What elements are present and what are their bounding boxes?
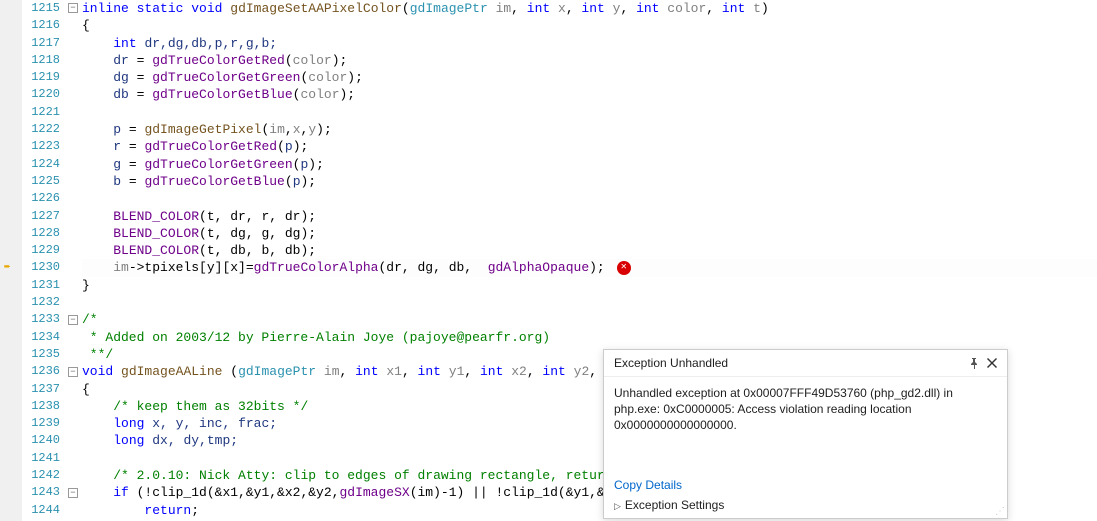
pin-icon[interactable] — [965, 354, 983, 372]
fold-toggle-icon[interactable]: − — [68, 3, 78, 13]
fold-toggle-icon[interactable]: − — [68, 488, 78, 498]
close-icon[interactable] — [983, 354, 1001, 372]
error-icon[interactable]: ✕ — [617, 261, 631, 275]
copy-details-link[interactable]: Copy Details — [614, 478, 997, 492]
popup-message: Unhandled exception at 0x00007FFF49D5376… — [604, 377, 1007, 442]
current-statement-arrow-icon: ➨ — [4, 260, 11, 274]
line-number-gutter: 1215121612171218121912201221122212231224… — [22, 0, 66, 521]
glyph-margin: ➨ — [0, 0, 22, 521]
fold-gutter: − − − − — [66, 0, 82, 521]
exception-popup: Exception Unhandled Unhandled exception … — [603, 349, 1008, 519]
fold-toggle-icon[interactable]: − — [68, 367, 78, 377]
resize-grip-icon[interactable]: ⋰ — [995, 506, 1005, 516]
popup-header: Exception Unhandled — [604, 350, 1007, 377]
exception-settings-expander[interactable]: Exception Settings — [614, 498, 724, 512]
fold-toggle-icon[interactable]: − — [68, 315, 78, 325]
popup-title: Exception Unhandled — [614, 356, 965, 370]
